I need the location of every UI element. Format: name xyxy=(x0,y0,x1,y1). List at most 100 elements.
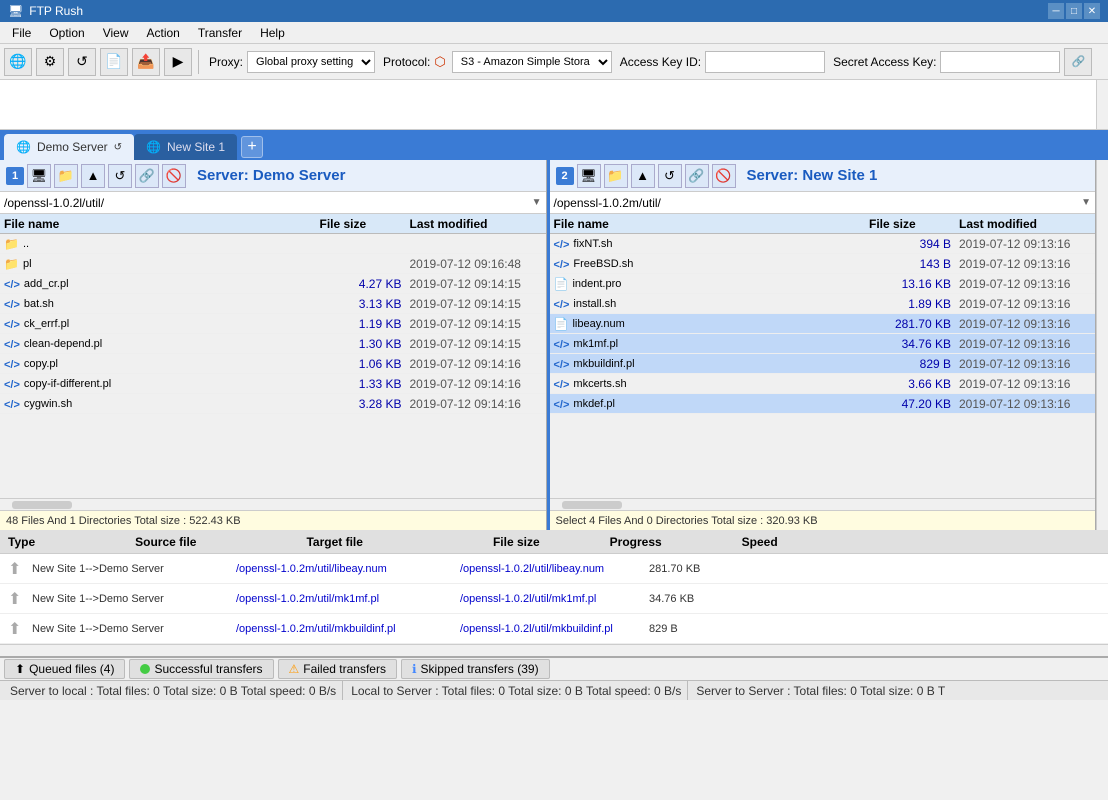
panel-left-header: File name File size Last modified xyxy=(0,214,546,234)
panel-left-path-text[interactable]: /openssl-1.0.2l/util/ xyxy=(4,196,532,210)
table-row[interactable]: </> mkcerts.sh 3.66 KB 2019-07-12 09:13:… xyxy=(550,374,1096,394)
bottom-tabs: ⬆ Queued files (4) Successful transfers … xyxy=(0,656,1108,680)
col-header-name-right[interactable]: File name xyxy=(550,217,866,231)
panel-left-folder-btn[interactable]: 📁 xyxy=(54,164,78,188)
table-row[interactable]: </> install.sh 1.89 KB 2019-07-12 09:13:… xyxy=(550,294,1096,314)
panels-wrapper: 1 🖥 📁 ▲ ↺ 🔗 🚫 Server: Demo Server /opens… xyxy=(0,160,1108,530)
table-row[interactable]: </> mkbuildinf.pl 829 B 2019-07-12 09:13… xyxy=(550,354,1096,374)
transfer-col-speed: Speed xyxy=(742,535,778,549)
table-row[interactable]: 📄 libeay.num 281.70 KB 2019-07-12 09:13:… xyxy=(550,314,1096,334)
failed-warning-icon: ⚠ xyxy=(289,662,300,676)
panel-right-path-arrow[interactable]: ▼ xyxy=(1081,197,1091,208)
tab-failed[interactable]: ⚠ Failed transfers xyxy=(278,659,397,679)
panel-left-refresh-btn[interactable]: ↺ xyxy=(108,164,132,188)
upload-button[interactable]: 📤 xyxy=(132,48,160,76)
status-l2s: Local to Server : Total files: 0 Total s… xyxy=(345,681,688,700)
file-icon: </> xyxy=(554,237,570,251)
table-row[interactable]: </> copy.pl 1.06 KB 2019-07-12 09:14:16 xyxy=(0,354,546,374)
table-row[interactable]: </> mk1mf.pl 34.76 KB 2019-07-12 09:13:1… xyxy=(550,334,1096,354)
list-item[interactable]: ⬆ New Site 1-->Demo Server /openssl-1.0.… xyxy=(0,554,1108,584)
protocol-select[interactable]: S3 - Amazon Simple Stora xyxy=(452,51,612,73)
file-size: 1.06 KB xyxy=(316,357,406,371)
tabs-bar: 🌐 Demo Server ↺ 🌐 New Site 1 + xyxy=(0,130,1108,160)
table-row[interactable]: </> fixNT.sh 394 B 2019-07-12 09:13:16 xyxy=(550,234,1096,254)
app-title: FTP Rush xyxy=(29,4,83,18)
connect-s3-button[interactable]: 🔗 xyxy=(1064,48,1092,76)
panel-right-folder-btn[interactable]: 📁 xyxy=(604,164,628,188)
list-item[interactable]: ⬆ New Site 1-->Demo Server /openssl-1.0.… xyxy=(0,584,1108,614)
table-row[interactable]: </> ck_errf.pl 1.19 KB 2019-07-12 09:14:… xyxy=(0,314,546,334)
tab-icon-2: 🌐 xyxy=(146,140,161,154)
col-header-date-left[interactable]: Last modified xyxy=(406,217,546,231)
col-header-date-right[interactable]: Last modified xyxy=(955,217,1095,231)
status-s2l: Server to local : Total files: 0 Total s… xyxy=(4,681,343,700)
table-row[interactable]: </> cygwin.sh 3.28 KB 2019-07-12 09:14:1… xyxy=(0,394,546,414)
panel-right: 2 🖥 📁 ▲ ↺ 🔗 🚫 Server: New Site 1 /openss… xyxy=(550,160,1097,530)
panel-left-up-btn[interactable]: ▲ xyxy=(81,164,105,188)
connect-button[interactable]: 🌐 xyxy=(4,48,32,76)
panel-left-link-btn[interactable]: 🔗 xyxy=(135,164,159,188)
tab-queued[interactable]: ⬆ Queued files (4) xyxy=(4,659,125,679)
col-header-size-left[interactable]: File size xyxy=(316,217,406,231)
proxy-select[interactable]: Global proxy setting xyxy=(247,51,375,73)
file-size: 1.19 KB xyxy=(316,317,406,331)
tab-demo-server[interactable]: 🌐 Demo Server ↺ xyxy=(4,134,134,160)
menu-transfer[interactable]: Transfer xyxy=(190,24,250,42)
tab-successful[interactable]: Successful transfers xyxy=(129,659,273,679)
panel-left-path: /openssl-1.0.2l/util/ ▼ xyxy=(0,192,546,214)
menu-view[interactable]: View xyxy=(95,24,137,42)
list-item[interactable]: ⬆ New Site 1-->Demo Server /openssl-1.0.… xyxy=(0,614,1108,644)
panel-right-status: Select 4 Files And 0 Directories Total s… xyxy=(550,510,1096,530)
table-row[interactable]: 📄 indent.pro 13.16 KB 2019-07-12 09:13:1… xyxy=(550,274,1096,294)
panel-right-up-btn[interactable]: ▲ xyxy=(631,164,655,188)
access-key-input[interactable] xyxy=(705,51,825,73)
menu-option[interactable]: Option xyxy=(41,24,92,42)
panel-left-path-arrow[interactable]: ▼ xyxy=(532,197,542,208)
col-header-name-left[interactable]: File name xyxy=(0,217,316,231)
panel-right-link-btn[interactable]: 🔗 xyxy=(685,164,709,188)
table-row[interactable]: </> FreeBSD.sh 143 B 2019-07-12 09:13:16 xyxy=(550,254,1096,274)
local-button[interactable]: 📄 xyxy=(100,48,128,76)
panel-right-desktop-btn[interactable]: 🖥 xyxy=(577,164,601,188)
panel-right-refresh-btn[interactable]: ↺ xyxy=(658,164,682,188)
transfer-icon: ⬆ xyxy=(8,619,28,639)
table-row[interactable]: 📁 .. xyxy=(0,234,546,254)
refresh-button[interactable]: ↺ xyxy=(68,48,96,76)
menu-action[interactable]: Action xyxy=(139,24,188,42)
panel-right-path-text[interactable]: /openssl-1.0.2m/util/ xyxy=(554,196,1082,210)
file-date: 2019-07-12 09:13:16 xyxy=(955,317,1095,331)
secret-key-input[interactable] xyxy=(940,51,1060,73)
proxy-label: Proxy: xyxy=(209,55,243,69)
table-row[interactable]: 📁 pl 2019-07-12 09:16:48 xyxy=(0,254,546,274)
tab-skipped[interactable]: ℹ Skipped transfers (39) xyxy=(401,659,550,679)
table-row[interactable]: </> clean-depend.pl 1.30 KB 2019-07-12 0… xyxy=(0,334,546,354)
panel-right-stop-btn[interactable]: 🚫 xyxy=(712,164,736,188)
panel-right-hscroll[interactable] xyxy=(550,498,1096,510)
panel-left-desktop-btn[interactable]: 🖥 xyxy=(27,164,51,188)
transfer-hscroll[interactable] xyxy=(0,644,1108,656)
file-name: mk1mf.pl xyxy=(573,338,618,350)
tab-refresh-icon: ↺ xyxy=(114,142,122,153)
table-row[interactable]: </> mkdef.pl 47.20 KB 2019-07-12 09:13:1… xyxy=(550,394,1096,414)
minimize-button[interactable]: ─ xyxy=(1048,3,1064,19)
add-tab-button[interactable]: + xyxy=(241,136,263,158)
table-row[interactable]: </> bat.sh 3.13 KB 2019-07-12 09:14:15 xyxy=(0,294,546,314)
file-icon: </> xyxy=(554,337,570,351)
maximize-button[interactable]: □ xyxy=(1066,3,1082,19)
tab-new-site-1[interactable]: 🌐 New Site 1 xyxy=(134,134,237,160)
close-button[interactable]: ✕ xyxy=(1084,3,1100,19)
table-row[interactable]: </> add_cr.pl 4.27 KB 2019-07-12 09:14:1… xyxy=(0,274,546,294)
transfer-col-progress: Progress xyxy=(610,535,662,549)
panels-vscroll[interactable] xyxy=(1096,160,1108,530)
panel-left-stop-btn[interactable]: 🚫 xyxy=(162,164,186,188)
terminal-button[interactable]: ▶ xyxy=(164,48,192,76)
table-row[interactable]: </> copy-if-different.pl 1.33 KB 2019-07… xyxy=(0,374,546,394)
menu-help[interactable]: Help xyxy=(252,24,293,42)
file-date: 2019-07-12 09:13:16 xyxy=(955,257,1095,271)
file-name: install.sh xyxy=(573,298,616,310)
panel-left-hscroll[interactable] xyxy=(0,498,546,510)
menu-file[interactable]: File xyxy=(4,24,39,42)
col-header-size-right[interactable]: File size xyxy=(865,217,955,231)
file-date: 2019-07-12 09:14:16 xyxy=(406,397,546,411)
settings-button[interactable]: ⚙ xyxy=(36,48,64,76)
